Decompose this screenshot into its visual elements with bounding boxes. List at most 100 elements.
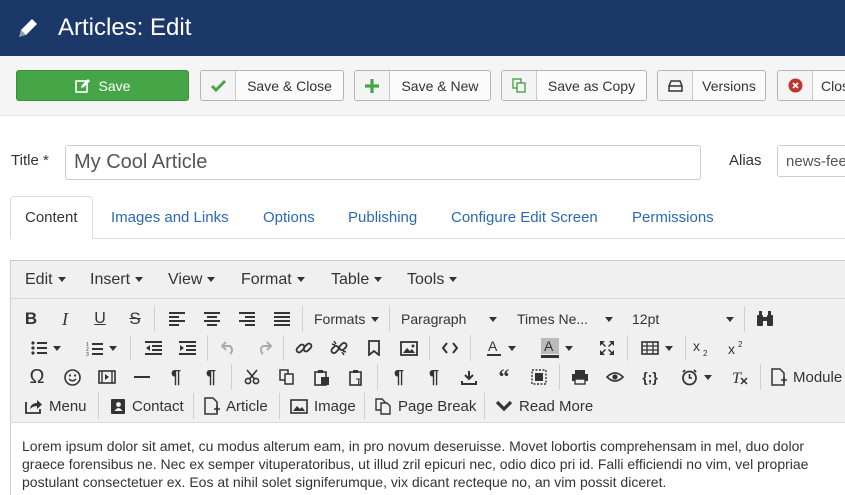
menu-view[interactable]: View bbox=[168, 271, 216, 289]
menu-button-label: Menu bbox=[49, 397, 87, 415]
article-button-label: Article bbox=[226, 397, 268, 415]
menu-insert[interactable]: Insert bbox=[90, 271, 144, 289]
picture-icon bbox=[290, 398, 308, 414]
print-icon[interactable] bbox=[568, 364, 592, 390]
code-icon[interactable] bbox=[438, 335, 462, 361]
module-label: Module bbox=[793, 368, 843, 386]
toolbar-separator bbox=[193, 393, 194, 419]
file-add-icon bbox=[204, 397, 220, 415]
module-button[interactable]: Module bbox=[771, 364, 842, 390]
bookmark-icon[interactable] bbox=[362, 335, 386, 361]
visual-chars-icon[interactable]: ¶ bbox=[387, 364, 411, 390]
article-button[interactable]: Article bbox=[204, 393, 268, 419]
toolbar-separator bbox=[279, 393, 280, 419]
chevron-down-icon bbox=[53, 345, 61, 351]
contact-button-label: Contact bbox=[132, 397, 184, 415]
block-format-dropdown[interactable]: Paragraph bbox=[401, 306, 497, 332]
find-replace-icon[interactable] bbox=[753, 306, 777, 332]
image-button[interactable]: Image bbox=[290, 393, 356, 419]
save-close-button[interactable]: Save & Close bbox=[200, 70, 344, 101]
tab-images-and-links[interactable]: Images and Links bbox=[111, 196, 229, 239]
save-copy-button[interactable]: Save as Copy bbox=[501, 70, 647, 101]
tab-permissions[interactable]: Permissions bbox=[632, 196, 714, 239]
toolbar-separator bbox=[98, 393, 99, 419]
code-sample-icon[interactable]: {;} bbox=[638, 364, 662, 390]
clock-icon[interactable] bbox=[674, 364, 718, 390]
align-left-icon[interactable] bbox=[165, 306, 189, 332]
ltr-icon[interactable]: ¶ bbox=[164, 364, 188, 390]
image-button-label: Image bbox=[314, 397, 356, 415]
text-color-icon[interactable]: A bbox=[479, 335, 523, 361]
cut-icon[interactable] bbox=[240, 364, 264, 390]
strikethrough-icon[interactable]: S bbox=[123, 306, 147, 332]
template-icon[interactable] bbox=[527, 364, 551, 390]
save-button[interactable]: Save bbox=[16, 70, 189, 101]
emoticon-icon[interactable] bbox=[60, 364, 84, 390]
read-more-button[interactable]: Read More bbox=[495, 393, 593, 419]
menu-format[interactable]: Format bbox=[241, 271, 305, 289]
chevron-down-icon bbox=[207, 277, 216, 283]
redo-icon[interactable] bbox=[252, 335, 276, 361]
save-button-content: Save bbox=[17, 71, 188, 100]
outdent-icon[interactable] bbox=[141, 335, 165, 361]
formats-dropdown[interactable]: Formats bbox=[314, 306, 380, 332]
omega-icon[interactable]: Ω bbox=[25, 364, 49, 390]
underline-icon[interactable]: U bbox=[88, 306, 112, 332]
close-button[interactable]: Close bbox=[777, 70, 845, 101]
clear-formatting-icon[interactable]: T bbox=[727, 364, 751, 390]
paste-text-icon[interactable]: T bbox=[345, 364, 369, 390]
preview-icon[interactable] bbox=[603, 364, 627, 390]
editor-content[interactable]: Lorem ipsum dolor sit amet, cu modus alt… bbox=[22, 437, 842, 491]
paste-icon[interactable] bbox=[310, 364, 334, 390]
fullscreen-icon[interactable] bbox=[595, 335, 619, 361]
tab-publishing[interactable]: Publishing bbox=[348, 196, 417, 239]
copy-icon[interactable] bbox=[275, 364, 299, 390]
tab-configure-edit-screen[interactable]: Configure Edit Screen bbox=[451, 196, 598, 239]
unlink-icon[interactable] bbox=[327, 335, 351, 361]
save-new-button[interactable]: Save & New bbox=[354, 70, 491, 101]
nonbreaking-icon[interactable]: ¶ bbox=[422, 364, 446, 390]
menu-table[interactable]: Table bbox=[331, 271, 383, 289]
rtl-icon[interactable]: ¶ bbox=[199, 364, 223, 390]
align-justify-icon[interactable] bbox=[270, 306, 294, 332]
bold-icon[interactable]: B bbox=[19, 306, 43, 332]
page-header: Articles: Edit bbox=[0, 0, 845, 56]
numbered-list-icon[interactable]: 123 bbox=[82, 335, 120, 361]
tab-content[interactable]: Content bbox=[10, 196, 93, 239]
table-icon[interactable] bbox=[637, 335, 677, 361]
menu-button[interactable]: Menu bbox=[25, 393, 87, 419]
horizontal-rule-icon[interactable] bbox=[130, 364, 154, 390]
menu-edit[interactable]: Edit bbox=[25, 271, 66, 289]
align-right-icon[interactable] bbox=[235, 306, 259, 332]
subscript-icon[interactable]: x2 bbox=[690, 335, 714, 361]
menu-format-label: Format bbox=[241, 271, 292, 288]
page-break-label: Page Break bbox=[398, 397, 477, 415]
menu-tools[interactable]: Tools bbox=[407, 271, 458, 289]
svg-text:A: A bbox=[544, 338, 554, 354]
font-family-dropdown[interactable]: Times Ne... bbox=[517, 306, 613, 332]
chevron-down-icon bbox=[57, 277, 66, 283]
indent-icon[interactable] bbox=[175, 335, 199, 361]
tab-options[interactable]: Options bbox=[263, 196, 315, 239]
svg-text:2: 2 bbox=[738, 340, 743, 349]
action-toolbar: Save Save & Close Save & New Save as Cop… bbox=[0, 56, 845, 116]
align-center-icon[interactable] bbox=[200, 306, 224, 332]
toolbar-separator bbox=[364, 393, 365, 419]
alias-input[interactable] bbox=[777, 145, 845, 177]
title-input[interactable] bbox=[65, 145, 701, 180]
font-size-dropdown[interactable]: 12pt bbox=[632, 306, 734, 332]
blockquote-icon[interactable]: “ bbox=[492, 364, 516, 390]
bullet-list-icon[interactable] bbox=[27, 335, 65, 361]
insert-before-icon[interactable] bbox=[457, 364, 481, 390]
undo-icon[interactable] bbox=[217, 335, 241, 361]
menu-tools-label: Tools bbox=[407, 271, 445, 288]
contact-button[interactable]: Contact bbox=[110, 393, 184, 419]
superscript-icon[interactable]: x2 bbox=[725, 335, 749, 361]
media-icon[interactable] bbox=[95, 364, 119, 390]
italic-icon[interactable]: I bbox=[53, 306, 77, 332]
page-break-button[interactable]: Page Break bbox=[375, 393, 476, 419]
background-color-icon[interactable]: A bbox=[535, 335, 579, 361]
link-icon[interactable] bbox=[292, 335, 316, 361]
versions-button[interactable]: Versions bbox=[657, 70, 766, 101]
image-icon[interactable] bbox=[397, 335, 421, 361]
